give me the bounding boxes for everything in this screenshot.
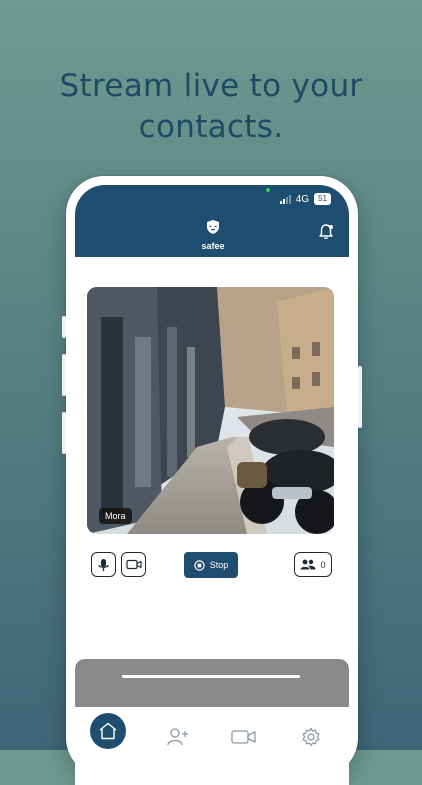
- bell-icon: [319, 224, 333, 240]
- phone-side-button: [62, 316, 66, 338]
- marketing-headline: Stream live to your contacts.: [0, 66, 422, 148]
- network-label: 4G: [295, 193, 310, 205]
- headline-line-1: Stream live to your: [59, 68, 363, 104]
- app-logo: safee: [193, 219, 233, 251]
- bottom-sheet-handle[interactable]: [122, 675, 300, 678]
- shield-logo-icon: [207, 220, 219, 234]
- gear-icon: [302, 727, 320, 747]
- stop-stream-button[interactable]: Stop: [184, 552, 238, 578]
- battery-level: 51: [318, 194, 327, 203]
- app-screen: 4G 51 safee Mora Stop 0: [75, 185, 349, 785]
- stop-icon: [194, 559, 205, 571]
- app-name: safee: [201, 241, 225, 251]
- tab-add-contact[interactable]: [158, 717, 198, 757]
- phone-volume-down: [62, 412, 66, 454]
- viewer-count: 0: [320, 559, 326, 570]
- live-video-feed[interactable]: Mora: [87, 287, 334, 534]
- tab-settings[interactable]: [291, 717, 331, 757]
- notifications-button[interactable]: [317, 223, 335, 246]
- battery-icon: 51: [314, 193, 331, 205]
- signal-icon: [279, 194, 291, 204]
- phone-power-button: [358, 366, 362, 428]
- tab-home[interactable]: [90, 713, 126, 749]
- status-bar: 4G 51: [279, 193, 331, 205]
- video-camera-icon: [125, 559, 142, 570]
- phone-frame: 4G 51 safee Mora Stop 0: [62, 176, 362, 785]
- add-user-icon: [167, 728, 188, 746]
- street-scene-image: [87, 287, 334, 534]
- phone-volume-up: [62, 354, 66, 396]
- privacy-indicator: [266, 188, 270, 192]
- contact-name-badge: Mora: [99, 508, 132, 524]
- viewers-button[interactable]: 0: [294, 552, 332, 577]
- tab-video[interactable]: [224, 717, 264, 757]
- tab-bar: [75, 707, 349, 785]
- app-header: 4G 51 safee: [75, 185, 349, 257]
- home-icon: [99, 722, 117, 740]
- viewers-icon: [300, 559, 316, 570]
- video-camera-icon: [231, 730, 256, 744]
- stop-label: Stop: [209, 560, 229, 570]
- microphone-button[interactable]: [91, 552, 116, 577]
- camera-toggle-button[interactable]: [121, 552, 146, 577]
- headline-line-2: contacts.: [138, 109, 284, 145]
- microphone-icon: [98, 558, 109, 571]
